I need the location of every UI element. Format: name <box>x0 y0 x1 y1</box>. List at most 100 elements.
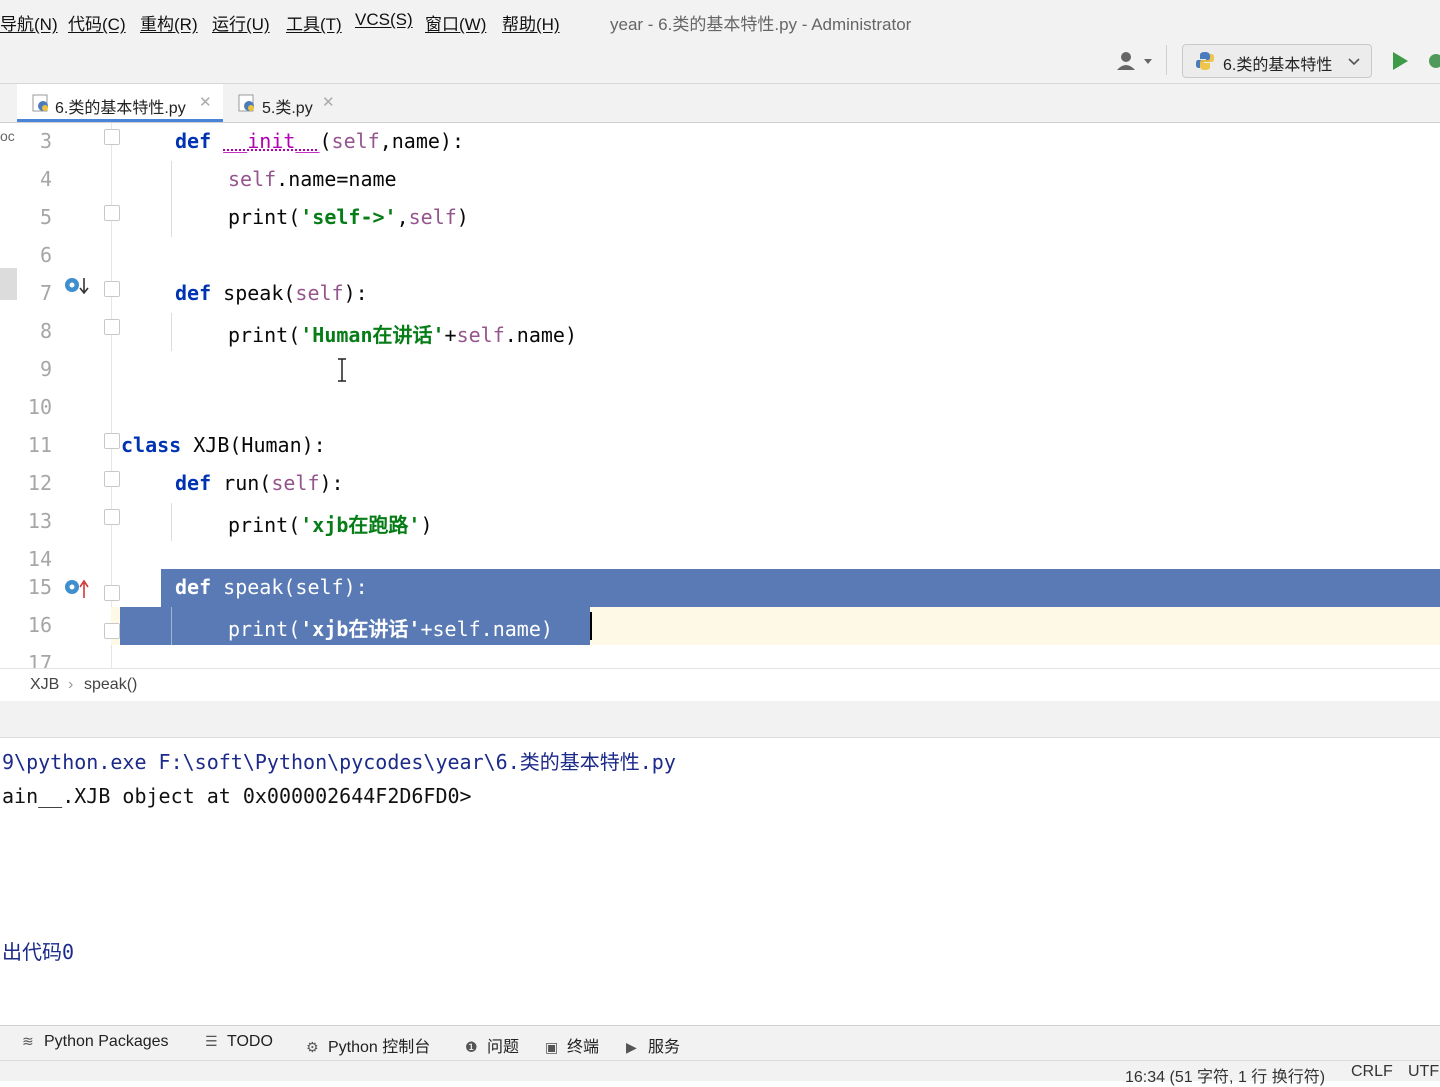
tab-class-basics[interactable]: 6.类的基本特性.py ✕ <box>17 84 223 122</box>
tool-python-packages[interactable]: ≋ Python Packages <box>22 1033 169 1051</box>
code-token: self <box>295 281 344 305</box>
python-file-icon <box>32 94 50 117</box>
tool-terminal[interactable]: ▣ 终端 <box>545 1033 599 1057</box>
code-editor[interactable]: oc 3 def __init__(self,name): 4 self.nam… <box>0 123 1440 668</box>
code-token: , <box>396 205 409 229</box>
tool-label: TODO <box>227 1033 273 1050</box>
python-icon: ⚙ <box>306 1039 319 1055</box>
console-line: 出代码0 <box>2 940 75 964</box>
caret <box>590 612 592 640</box>
code-token: ) <box>420 513 433 537</box>
code-line-6: 6 <box>0 237 1440 275</box>
line-number: 9 <box>39 357 52 381</box>
tool-problems[interactable]: ❶ 问题 <box>465 1033 519 1057</box>
code-token: __init__ <box>223 129 320 153</box>
tool-window-bar: ≋ Python Packages ☰ TODO ⚙ Python 控制台 ❶ 问题 ▣… <box>0 1025 1440 1060</box>
python-file-icon <box>1195 51 1215 76</box>
menu-code[interactable]: 代码(C) <box>68 10 126 35</box>
run-console[interactable]: 9\python.exe F:\soft\Python\pycodes\year… <box>0 738 1440 1024</box>
chevron-right-icon: › <box>68 676 74 693</box>
cursor-position[interactable]: 16:34 (51 字符, 1 行 换行符) <box>1125 1063 1325 1087</box>
code-token: speak(self): <box>211 575 368 599</box>
line-number: 5 <box>39 205 52 229</box>
run-config-label: 6.类的基本特性 <box>1223 57 1333 74</box>
debug-icon[interactable] <box>1428 50 1440 72</box>
toolbar-divider <box>1166 45 1167 75</box>
code-token: def <box>175 575 212 599</box>
console-line: ain__.XJB object at 0x000002644F2D6FD0> <box>2 784 472 808</box>
code-token: 'xjb在跑路' <box>300 513 421 537</box>
code-token: 'self->' <box>300 205 397 229</box>
list-icon: ☰ <box>205 1033 218 1049</box>
code-line-12: 12 def run(self): <box>0 465 1440 503</box>
code-token: +self.name) <box>420 617 553 641</box>
code-token: .name=name <box>276 167 397 191</box>
tab-label: 5.类.py <box>262 100 313 117</box>
code-token: + <box>444 323 457 347</box>
code-token: .name) <box>504 323 578 347</box>
code-line-8: 8 print('Human在讲话'+self.name) <box>0 313 1440 351</box>
line-number: 11 <box>27 433 52 457</box>
tool-services[interactable]: ▶ 服务 <box>626 1033 680 1057</box>
tab-label: 6.类的基本特性.py <box>55 100 186 117</box>
run-panel-header <box>0 701 1440 738</box>
menu-help[interactable]: 帮助(H) <box>502 10 560 35</box>
window-title: year - 6.类的基本特性.py - Administrator <box>610 15 912 34</box>
breadcrumb: XJB › speak() <box>0 668 1440 702</box>
layers-icon: ≋ <box>22 1033 34 1049</box>
menu-run[interactable]: 运行(U) <box>212 10 270 35</box>
breadcrumb-method[interactable]: speak() <box>84 676 137 694</box>
code-token: self <box>456 323 505 347</box>
code-token: ,name): <box>379 129 465 153</box>
play-circle-icon: ▶ <box>626 1039 637 1055</box>
status-bar: 16:34 (51 字符, 1 行 换行符) CRLF UTF <box>0 1060 1440 1086</box>
menu-tools[interactable]: 工具(T) <box>286 10 342 35</box>
tool-python-console[interactable]: ⚙ Python 控制台 <box>306 1033 430 1057</box>
breadcrumb-class[interactable]: XJB <box>30 676 59 694</box>
tool-label: 服务 <box>648 1039 681 1056</box>
user-icon[interactable] <box>1116 51 1156 71</box>
line-number: 7 <box>39 281 52 305</box>
tool-todo[interactable]: ☰ TODO <box>205 1033 273 1051</box>
terminal-icon: ▣ <box>545 1039 559 1055</box>
line-number: 17 <box>27 651 52 668</box>
code-line-16: 16 print('xjb在讲话'+self.name) <box>0 607 1440 645</box>
code-line-11: 11 class XJB(Human): <box>0 427 1440 465</box>
menu-refactor[interactable]: 重构(R) <box>140 10 198 35</box>
menu-navigate[interactable]: 导航(N) <box>0 10 58 35</box>
code-token: run( <box>211 471 272 495</box>
code-token: def <box>175 129 212 153</box>
line-number: 8 <box>39 319 52 343</box>
chevron-down-icon <box>1347 51 1361 74</box>
tab-class[interactable]: 5.类.py ✕ <box>225 84 345 122</box>
tool-label: 问题 <box>487 1039 520 1056</box>
close-icon[interactable]: ✕ <box>199 93 212 111</box>
console-line: 9\python.exe F:\soft\Python\pycodes\year… <box>2 750 676 774</box>
line-ending[interactable]: CRLF <box>1351 1063 1393 1081</box>
menu-vcs[interactable]: VCS(S) <box>355 10 413 30</box>
main-toolbar: 6.类的基本特性 <box>0 39 1440 84</box>
editor-tab-bar: 6.类的基本特性.py ✕ 5.类.py ✕ <box>0 84 1440 123</box>
line-number: 10 <box>27 395 52 419</box>
code-line-9: 9 <box>0 351 1440 389</box>
line-number: 13 <box>27 509 52 533</box>
code-line-7: 7 def speak(self): <box>0 275 1440 313</box>
line-number: 14 <box>27 547 52 571</box>
code-token: speak( <box>211 281 296 305</box>
code-token: ): <box>343 281 368 305</box>
code-token: self <box>331 129 380 153</box>
file-encoding[interactable]: UTF <box>1408 1063 1439 1081</box>
code-token: print( <box>228 513 301 537</box>
code-token: self <box>228 167 277 191</box>
code-line-4: 4 self.name=name <box>0 161 1440 199</box>
tool-label: 终端 <box>567 1039 600 1056</box>
run-icon[interactable] <box>1390 50 1410 72</box>
run-config-selector[interactable]: 6.类的基本特性 <box>1182 44 1372 78</box>
code-line-13: 13 print('xjb在跑路') <box>0 503 1440 541</box>
tool-label: Python 控制台 <box>328 1039 431 1056</box>
code-token: XJB(Human): <box>181 433 326 457</box>
close-icon[interactable]: ✕ <box>322 93 335 111</box>
menu-window[interactable]: 窗口(W) <box>425 10 486 35</box>
line-number: 12 <box>27 471 52 495</box>
code-line-3: 3 def __init__(self,name): <box>0 123 1440 161</box>
